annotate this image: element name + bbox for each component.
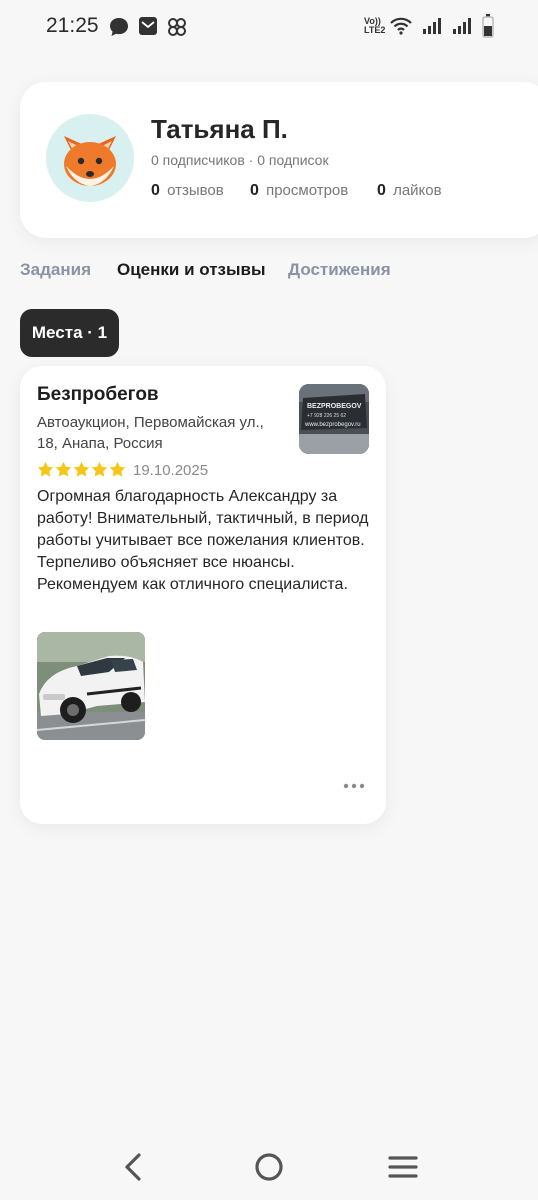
stat-views: 0 просмотров: [250, 182, 348, 200]
stat-label: лайков: [393, 182, 442, 199]
thumb-line-1: BEZPROBEGOV: [307, 403, 362, 410]
star-icon: [55, 461, 72, 477]
followers-line[interactable]: 0 подписчиков · 0 подписок: [151, 152, 329, 168]
review-card[interactable]: Безпробегов Автоаукцион, Первомайская ул…: [20, 366, 386, 824]
places-chip[interactable]: Места · 1: [20, 309, 119, 357]
stat-value: 0: [250, 182, 259, 199]
fox-icon: [64, 136, 116, 186]
stat-likes: 0 лайков: [377, 182, 442, 200]
profile-card: Татьяна П. 0 подписчиков · 0 подписок 0 …: [20, 82, 538, 238]
mail-icon: [139, 17, 157, 35]
review-date: 19.10.2025: [133, 462, 209, 479]
tab-ratings-reviews[interactable]: Оценки и отзывы: [117, 260, 265, 280]
star-icon: [37, 461, 54, 477]
star-icon: [109, 461, 126, 477]
wifi-icon: [390, 17, 412, 35]
signal-icon: [423, 18, 441, 34]
status-time: 21:25: [46, 14, 99, 37]
profile-name: Татьяна П.: [151, 114, 288, 144]
battery-icon: [482, 14, 494, 38]
review-text: Огромная благодарность Александру за раб…: [37, 488, 369, 593]
avatar[interactable]: [46, 114, 134, 202]
app-icon: [168, 18, 186, 36]
review-photo[interactable]: [37, 632, 145, 740]
place-thumbnail[interactable]: BEZPROBEGOV +7 928 226 25 62 www.bezprob…: [299, 384, 369, 454]
star-icon: [91, 461, 108, 477]
status-bar: 21:25 Vo)) LTE2: [0, 0, 538, 54]
home-icon[interactable]: [247, 1145, 291, 1189]
place-address: Автоаукцион, Первомайская ул., 18, Анапа…: [37, 414, 264, 452]
more-options-icon[interactable]: [342, 779, 366, 793]
stat-label: отзывов: [167, 182, 224, 199]
stat-value: 0: [151, 182, 160, 199]
car-photo-image: [37, 632, 145, 740]
tab-achievements[interactable]: Достижения: [288, 260, 391, 280]
navigation-bar: [0, 1131, 538, 1200]
thumb-line-2: +7 928 226 25 62: [307, 413, 346, 419]
star-icon: [73, 461, 90, 477]
stat-label: просмотров: [266, 182, 349, 199]
tab-tasks[interactable]: Задания: [20, 260, 91, 280]
stat-reviews: 0 отзывов: [151, 182, 224, 200]
volte-label-bottom: LTE2: [364, 25, 386, 35]
car-window-image: BEZPROBEGOV +7 928 226 25 62 www.bezprob…: [299, 384, 369, 454]
back-icon[interactable]: [112, 1145, 156, 1189]
message-icon: [110, 18, 128, 36]
place-title[interactable]: Безпробегов: [37, 384, 159, 406]
volte-icon: Vo)) LTE2: [364, 17, 385, 35]
thumb-line-3: www.bezprobegov.ru: [304, 422, 361, 428]
stat-value: 0: [377, 182, 386, 199]
menu-icon[interactable]: [381, 1145, 425, 1189]
signal-icon-2: [453, 18, 471, 34]
